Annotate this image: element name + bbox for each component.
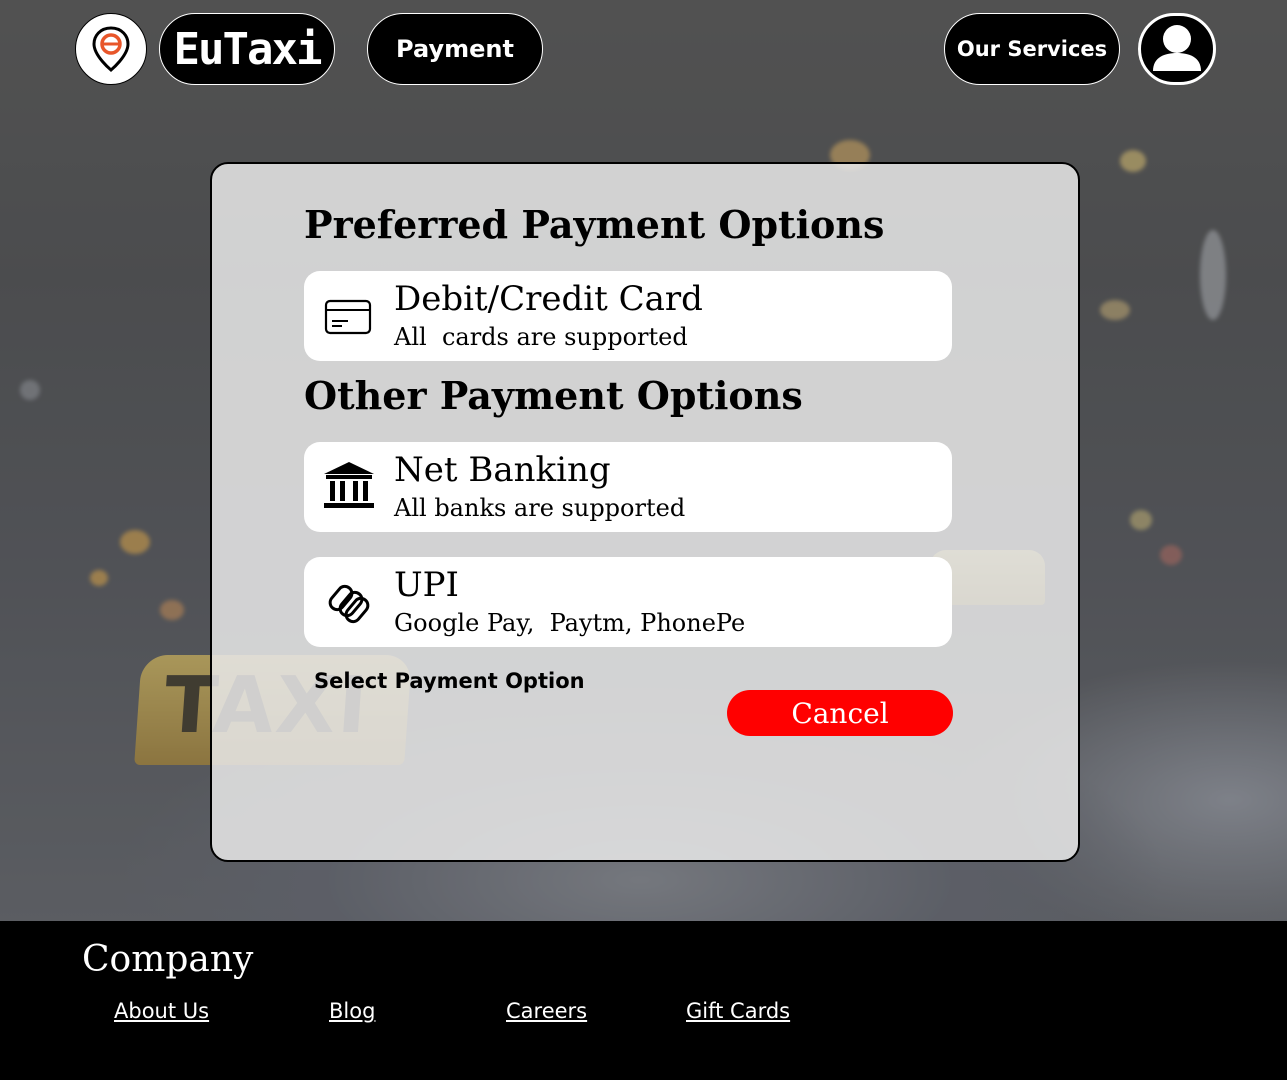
- logo[interactable]: [75, 13, 147, 85]
- option-subtitle: All cards are supported: [394, 323, 688, 351]
- footer-company-title: Company: [82, 939, 254, 980]
- cancel-button[interactable]: Cancel: [727, 690, 953, 736]
- payment-button[interactable]: Payment: [367, 13, 543, 85]
- user-icon: [1153, 25, 1201, 71]
- payment-modal: Preferred Payment Options Debit/Credit C…: [210, 162, 1080, 862]
- footer-link-blog[interactable]: Blog: [329, 999, 375, 1023]
- location-pin-icon: [92, 26, 130, 72]
- footer-link-gift-cards[interactable]: Gift Cards: [686, 999, 790, 1023]
- option-subtitle: All banks are supported: [394, 494, 686, 522]
- option-subtitle: Google Pay, Paytm, PhonePe: [394, 609, 746, 637]
- preferred-payment-title: Preferred Payment Options: [304, 202, 885, 247]
- credit-card-icon: [324, 299, 372, 335]
- our-services-button[interactable]: Our Services: [944, 13, 1120, 85]
- upi-icon: [328, 584, 370, 624]
- brand-logo[interactable]: EuTaxi: [159, 13, 335, 85]
- bank-icon: [324, 462, 374, 508]
- net-banking-option[interactable]: Net Banking All banks are supported: [304, 442, 952, 532]
- option-title: Debit/Credit Card: [394, 279, 703, 319]
- footer-link-careers[interactable]: Careers: [506, 999, 587, 1023]
- option-title: Net Banking: [394, 450, 611, 490]
- footer: Company About Us Blog Careers Gift Cards: [0, 921, 1287, 1080]
- debit-credit-card-option[interactable]: Debit/Credit Card All cards are supporte…: [304, 271, 952, 361]
- upi-option[interactable]: UPI Google Pay, Paytm, PhonePe: [304, 557, 952, 647]
- select-payment-label: Select Payment Option: [314, 669, 585, 693]
- other-payment-title: Other Payment Options: [304, 373, 803, 418]
- user-avatar[interactable]: [1138, 13, 1216, 85]
- footer-link-about-us[interactable]: About Us: [114, 999, 209, 1023]
- option-title: UPI: [394, 565, 459, 605]
